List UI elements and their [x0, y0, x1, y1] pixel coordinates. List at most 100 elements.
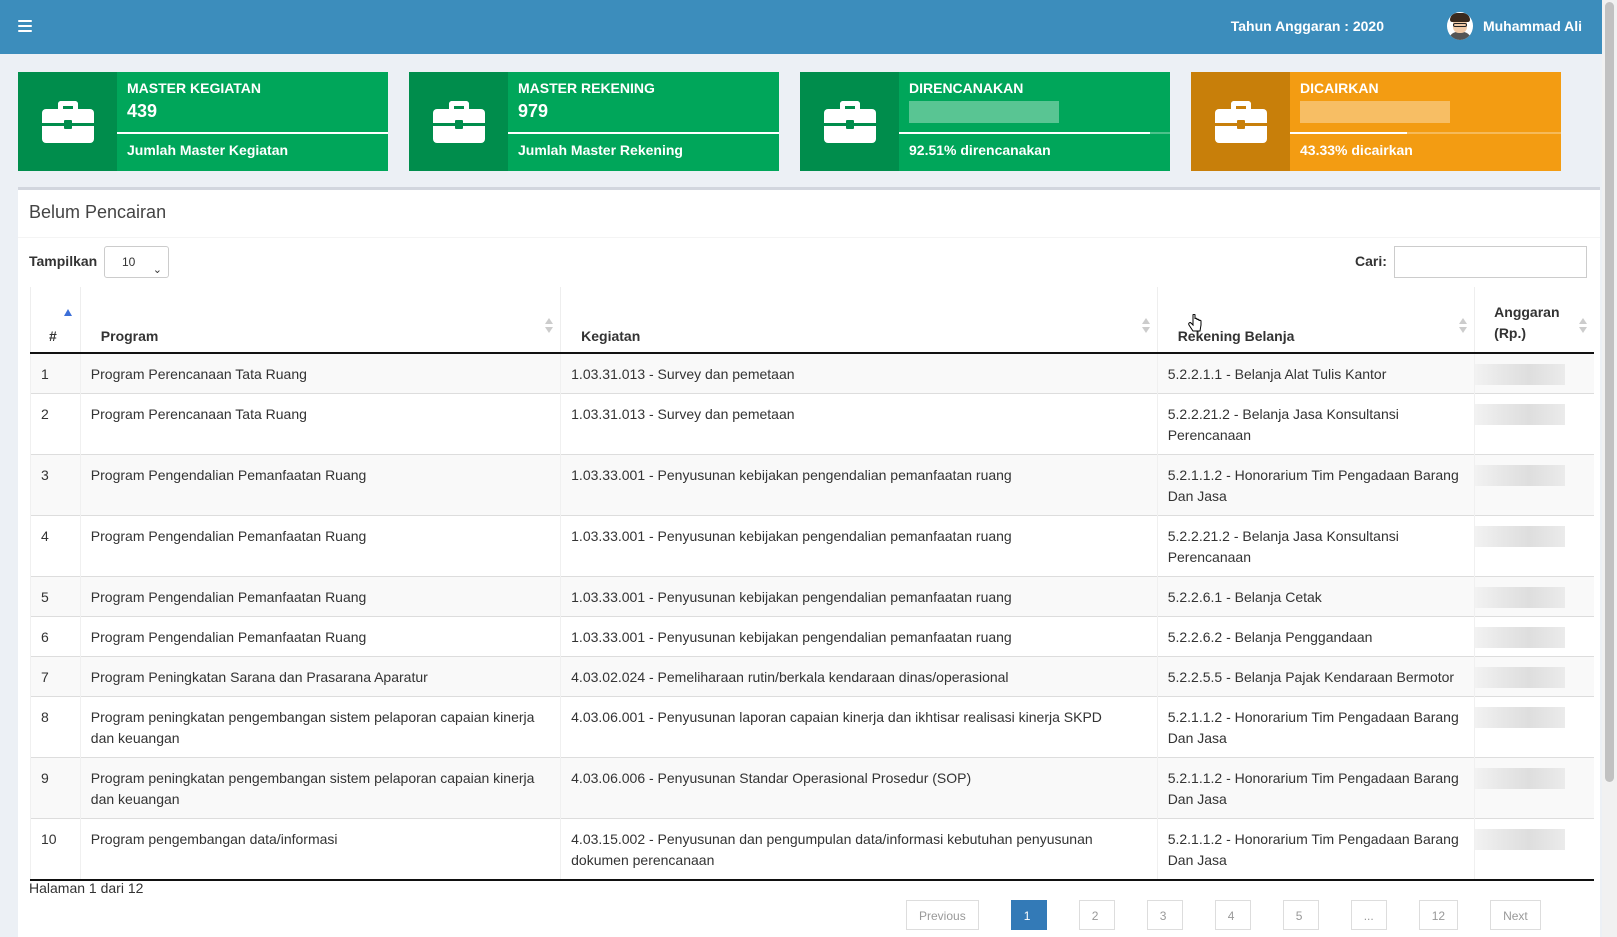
- briefcase-icon: [432, 100, 485, 143]
- row-number: 4: [30, 515, 81, 577]
- info-box-number: 439: [127, 101, 158, 121]
- program-cell: Program Pengendalian Pemanfaatan Ruang: [79, 616, 561, 657]
- anggaran-cell-redacted: [1474, 818, 1594, 880]
- row-number: 7: [30, 656, 81, 697]
- top-navbar: Tahun Anggaran : 2020 Muhammad Ali: [0, 0, 1602, 54]
- program-cell: Program Pengendalian Pemanfaatan Ruang: [79, 454, 561, 516]
- row-number: 6: [30, 616, 81, 657]
- anggaran-cell-redacted: [1474, 515, 1594, 577]
- program-cell: Program Pengendalian Pemanfaatan Ruang: [79, 515, 561, 577]
- column-header-anggaran[interactable]: Anggaran (Rp.): [1474, 287, 1594, 354]
- anggaran-cell-redacted: [1474, 576, 1594, 617]
- info-box-progress: [1290, 132, 1561, 134]
- kegiatan-cell: 4.03.02.024 - Pemeliharaan rutin/berkala…: [560, 656, 1158, 697]
- table-row[interactable]: 1 Program Perencanaan Tata Ruang 1.03.31.0…: [30, 353, 1594, 394]
- program-cell: Program peningkatan pengembangan sistem …: [79, 696, 561, 758]
- page-length-select[interactable]: 10 ⌄: [104, 246, 169, 278]
- row-number: 1: [30, 353, 81, 394]
- info-box-description: 92.51% direncanakan: [909, 142, 1051, 158]
- kegiatan-cell: 1.03.33.001 - Penyusunan kebijakan penge…: [560, 454, 1158, 516]
- rekening-cell: 5.2.2.6.2 - Belanja Penggandaan: [1156, 616, 1475, 657]
- hamburger-menu-icon[interactable]: [18, 20, 32, 32]
- rekening-cell: 5.2.2.21.2 - Belanja Jasa Konsultansi Pe…: [1156, 515, 1475, 577]
- info-box-description: Jumlah Master Rekening: [518, 142, 683, 158]
- anggaran-cell-redacted: [1474, 696, 1594, 758]
- anggaran-cell-redacted: [1474, 757, 1594, 819]
- length-label: Tampilkan: [29, 253, 98, 269]
- kegiatan-cell: 1.03.33.001 - Penyusunan kebijakan penge…: [560, 576, 1158, 617]
- anggaran-cell-redacted: [1474, 393, 1594, 455]
- program-cell: Program Perencanaan Tata Ruang: [79, 393, 561, 455]
- table-row[interactable]: 7 Program Peningkatan Sarana dan Prasaran…: [30, 656, 1594, 697]
- pagination-button[interactable]: ...: [1350, 900, 1387, 930]
- row-number: 3: [30, 454, 81, 516]
- table-row[interactable]: 6 Program Pengendalian Pemanfaatan Ruang 1…: [30, 616, 1594, 657]
- briefcase-icon: [823, 100, 876, 143]
- info-box-number: 979: [518, 101, 549, 121]
- fiscal-year-label: Tahun Anggaran : 2020: [1230, 18, 1384, 34]
- pagination-button[interactable]: 4: [1214, 900, 1251, 930]
- search-input[interactable]: [1394, 246, 1587, 278]
- rekening-cell: 5.2.2.21.2 - Belanja Jasa Konsultansi Pe…: [1156, 393, 1475, 455]
- rekening-cell: 5.2.2.1.1 - Belanja Alat Tulis Kantor: [1156, 353, 1475, 394]
- row-number: 8: [30, 696, 81, 758]
- sort-icon: [1459, 318, 1468, 334]
- anggaran-cell-redacted: [1474, 454, 1594, 516]
- info-box-description: 43.33% dicairkan: [1300, 142, 1413, 158]
- belum-pencairan-panel: Belum Pencairan Tampilkan 10 ⌄ Cari: # P…: [18, 187, 1600, 937]
- anggaran-cell-redacted: [1474, 656, 1594, 697]
- info-box-dicairkan: DICAIRKAN 43.33% dicairkan: [1191, 72, 1561, 171]
- briefcase-icon: [1214, 100, 1267, 143]
- pagination-button[interactable]: 2: [1078, 900, 1115, 930]
- anggaran-cell-redacted: [1474, 616, 1594, 657]
- pagination-button[interactable]: 12: [1418, 900, 1459, 930]
- kegiatan-cell: 4.03.15.002 - Penyusunan dan pengumpulan…: [560, 818, 1158, 880]
- pagination-button[interactable]: Next: [1490, 900, 1541, 930]
- anggaran-cell-redacted: [1474, 353, 1594, 394]
- search-label: Cari:: [1355, 253, 1387, 269]
- rekening-cell: 5.2.2.5.5 - Belanja Pajak Kendaraan Berm…: [1156, 656, 1475, 697]
- info-box-direncanakan: DIRENCANAKAN 92.51% direncanakan: [800, 72, 1170, 171]
- pagination-button[interactable]: Previous: [906, 900, 979, 930]
- kegiatan-cell: 1.03.33.001 - Penyusunan kebijakan penge…: [560, 515, 1158, 577]
- pagination-button[interactable]: 3: [1146, 900, 1183, 930]
- table-row[interactable]: 3 Program Pengendalian Pemanfaatan Ruang 1…: [30, 454, 1594, 516]
- kegiatan-cell: 4.03.06.006 - Penyusunan Standar Operasi…: [560, 757, 1158, 819]
- rekening-cell: 5.2.2.6.1 - Belanja Cetak: [1156, 576, 1475, 617]
- sort-icon: [545, 318, 554, 334]
- rekening-cell: 5.2.1.1.2 - Honorarium Tim Pengadaan Bar…: [1156, 818, 1475, 880]
- pagination-button[interactable]: 1: [1010, 900, 1047, 930]
- table-row[interactable]: 10 Program pengembangan data/informasi 4.0…: [30, 818, 1594, 880]
- info-box-description: Jumlah Master Kegiatan: [127, 142, 289, 158]
- table-row[interactable]: 5 Program Pengendalian Pemanfaatan Ruang 1…: [30, 576, 1594, 617]
- belum-pencairan-table: # Program Kegiatan Rekening Belanja Angg…: [30, 287, 1594, 881]
- rekening-cell: 5.2.1.1.2 - Honorarium Tim Pengadaan Bar…: [1156, 454, 1475, 516]
- kegiatan-cell: 1.03.31.013 - Survey dan pemetaan: [560, 353, 1158, 394]
- page-scrollbar[interactable]: [1602, 0, 1617, 937]
- column-header-program[interactable]: Program: [79, 287, 561, 354]
- info-box-number-redacted: [909, 101, 1160, 123]
- info-box-title: MASTER REKENING: [518, 80, 655, 96]
- row-number: 9: [30, 757, 81, 819]
- sort-icon: [1579, 318, 1587, 334]
- table-row[interactable]: 9 Program peningkatan pengembangan sistem…: [30, 757, 1594, 819]
- column-header-rekening-belanja[interactable]: Rekening Belanja: [1156, 287, 1475, 354]
- table-row[interactable]: 8 Program peningkatan pengembangan sistem…: [30, 696, 1594, 758]
- program-cell: Program Peningkatan Sarana dan Prasarana…: [79, 656, 561, 697]
- kegiatan-cell: 1.03.33.001 - Penyusunan kebijakan penge…: [560, 616, 1158, 657]
- pagination: Previous 1 2 3 4 5... 12 Next: [906, 900, 1573, 930]
- column-header-kegiatan[interactable]: Kegiatan: [560, 287, 1158, 354]
- user-menu[interactable]: Muhammad Ali: [1446, 12, 1582, 40]
- info-box-number-redacted: [1300, 101, 1551, 123]
- chevron-down-icon: ⌄: [152, 264, 162, 276]
- pagination-button[interactable]: 5: [1282, 900, 1319, 930]
- page-info: Halaman 1 dari 12: [29, 880, 144, 896]
- info-box-title: MASTER KEGIATAN: [127, 80, 262, 96]
- kegiatan-cell: 4.03.06.001 - Penyusunan laporan capaian…: [560, 696, 1158, 758]
- sort-ascending-icon: [64, 309, 72, 316]
- program-cell: Program Perencanaan Tata Ruang: [79, 353, 561, 394]
- scrollbar-thumb[interactable]: [1605, 2, 1614, 782]
- table-row[interactable]: 4 Program Pengendalian Pemanfaatan Ruang 1…: [30, 515, 1594, 577]
- table-row[interactable]: 2 Program Perencanaan Tata Ruang 1.03.31.0…: [30, 393, 1594, 455]
- column-header-number[interactable]: #: [30, 287, 81, 354]
